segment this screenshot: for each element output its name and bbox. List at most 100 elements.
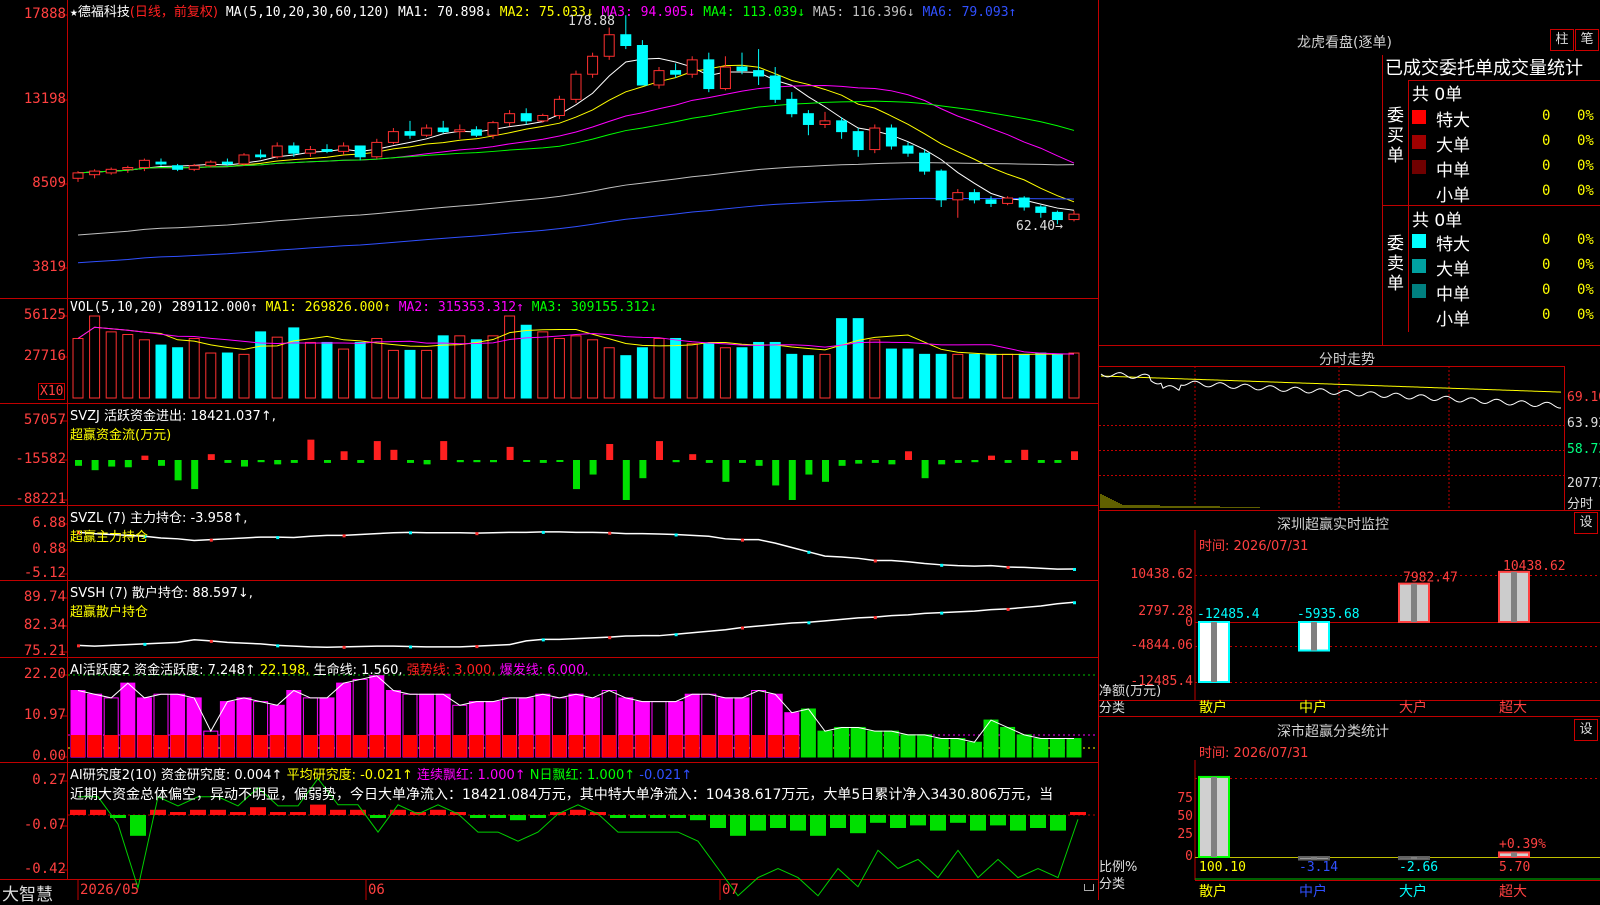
research-bar	[770, 815, 786, 828]
volume-bar	[1051, 353, 1063, 399]
volume-bar	[885, 348, 897, 399]
active-bar	[983, 719, 999, 758]
active-base-bar	[253, 735, 268, 757]
lock-icon[interactable]	[1084, 884, 1094, 891]
active-base-bar	[735, 735, 749, 757]
price-header: ★德福科技(日线，前复权) MA(5,10,20,30,60,120) MA1:…	[70, 1, 1016, 20]
flow-bar	[672, 460, 680, 463]
volume-bar	[354, 341, 366, 399]
active-bar	[867, 730, 883, 758]
volume-bar	[836, 318, 848, 399]
svzj-label: SVZJ 活跃资金进出: 18421.037↑,	[70, 409, 276, 424]
order-qty: 0	[1542, 133, 1551, 149]
svsh-sub: 超赢散户持仓	[70, 605, 149, 620]
ma-line	[77, 197, 1075, 264]
candle-body	[836, 120, 848, 133]
flow-bar	[838, 460, 846, 466]
tick-view-button[interactable]: 笔	[1575, 29, 1599, 51]
color-swatch	[1412, 284, 1426, 298]
flow-bar	[589, 460, 597, 475]
candle-body	[736, 66, 748, 72]
active-base-bar	[519, 735, 534, 757]
classify-value: 5.70	[1499, 860, 1531, 875]
active-bar	[817, 730, 833, 758]
research-bar	[90, 809, 106, 815]
active-base-bar	[220, 735, 235, 757]
volume-bar	[769, 341, 781, 399]
active-base-bar	[486, 735, 500, 757]
svsh-line-point	[143, 642, 147, 646]
volume-bar	[553, 337, 565, 399]
order-type: 中单	[1436, 161, 1470, 181]
intraday-title[interactable]: 分时走势	[1319, 349, 1375, 369]
candle-body	[105, 168, 117, 174]
candle-body	[802, 113, 814, 125]
research-bar	[790, 815, 806, 831]
main-chart-area[interactable]: 17888 13198 8509 3819 56125 27716 X10 57…	[0, 0, 1100, 905]
vol-ma3: MA3: 309155.312↓	[531, 300, 658, 315]
vol-value: 289112.000↑	[171, 300, 258, 315]
svzj-sub: 超赢资金流(万元)	[70, 428, 172, 443]
order-pct: 0%	[1577, 183, 1594, 199]
classify-value: 100.10	[1199, 860, 1246, 875]
flow-bar	[573, 460, 580, 490]
active-bar	[933, 738, 949, 758]
net-bar-shade	[1411, 583, 1417, 622]
candle-body	[985, 199, 997, 204]
classify-settings-button[interactable]: 设	[1574, 719, 1598, 741]
intraday-axis-label: 63.92	[1567, 416, 1600, 431]
brand-logo[interactable]: 大智慧	[2, 880, 53, 905]
flow-bar	[91, 460, 99, 471]
flow-bar	[423, 460, 431, 465]
color-swatch	[1412, 259, 1426, 273]
svsh-label: SVSH (7) 散户持仓: 88.597↓,	[70, 586, 253, 601]
active-base-bar	[187, 735, 202, 757]
column-view-button[interactable]: 柱	[1550, 29, 1574, 51]
monitor-settings-button[interactable]: 设	[1574, 512, 1598, 534]
research-bar	[730, 815, 746, 836]
vol-ma2: MA2: 315353.312↑	[398, 300, 524, 315]
candle-body	[935, 170, 947, 201]
classify-cat: 散户	[1199, 884, 1227, 900]
volume-bar	[636, 347, 648, 399]
svzj-axis-label: -15582	[15, 451, 66, 467]
volume-bar	[1035, 352, 1047, 399]
active-base-bar	[369, 735, 384, 757]
svzl-sub: 超赢主力持仓	[70, 530, 149, 545]
ai-research-avg: 平均研究度: -0.021↑	[286, 768, 413, 783]
intraday-avg-line	[1100, 375, 1562, 393]
svsh-line-point	[940, 611, 944, 615]
monitor-axis-label: 0	[1185, 615, 1193, 630]
date-label: 07	[722, 882, 739, 898]
active-base-bar	[270, 735, 285, 757]
research-bar	[1070, 812, 1086, 815]
ai-research-summary: 近期大资金总体偏空，异动不明显，偏弱势，今日大单净流入：18421.084万元，…	[70, 787, 1054, 803]
candle-body	[72, 172, 84, 179]
order-row: 小单 0 0%	[1412, 305, 1600, 330]
research-bar	[270, 812, 286, 815]
volume-bar	[802, 355, 814, 399]
candle-body	[520, 113, 532, 122]
flow-bar	[407, 460, 414, 463]
candle-body	[172, 165, 184, 170]
svzl-line-point	[741, 538, 744, 542]
chart-mode[interactable]: (日线，前复权)	[130, 5, 218, 20]
order-qty: 0	[1542, 183, 1551, 199]
research-bar	[1010, 815, 1026, 831]
order-row: 特大 0 0%	[1412, 106, 1600, 131]
research-bar	[190, 809, 206, 815]
candle-body	[255, 154, 267, 158]
candle-body	[421, 127, 433, 136]
intraday-axis-label: 20772	[1567, 476, 1600, 491]
active-bar	[1016, 734, 1032, 758]
research-bar	[230, 812, 246, 815]
research-bar	[750, 815, 766, 831]
research-bar	[670, 815, 686, 818]
research-bar	[150, 809, 166, 815]
candle-body	[670, 70, 682, 75]
svzl-line-point	[873, 559, 877, 563]
candle-body	[1018, 197, 1030, 208]
order-pct: 0%	[1577, 282, 1594, 298]
candle-body	[188, 165, 200, 170]
svsh-line-point	[674, 633, 678, 637]
